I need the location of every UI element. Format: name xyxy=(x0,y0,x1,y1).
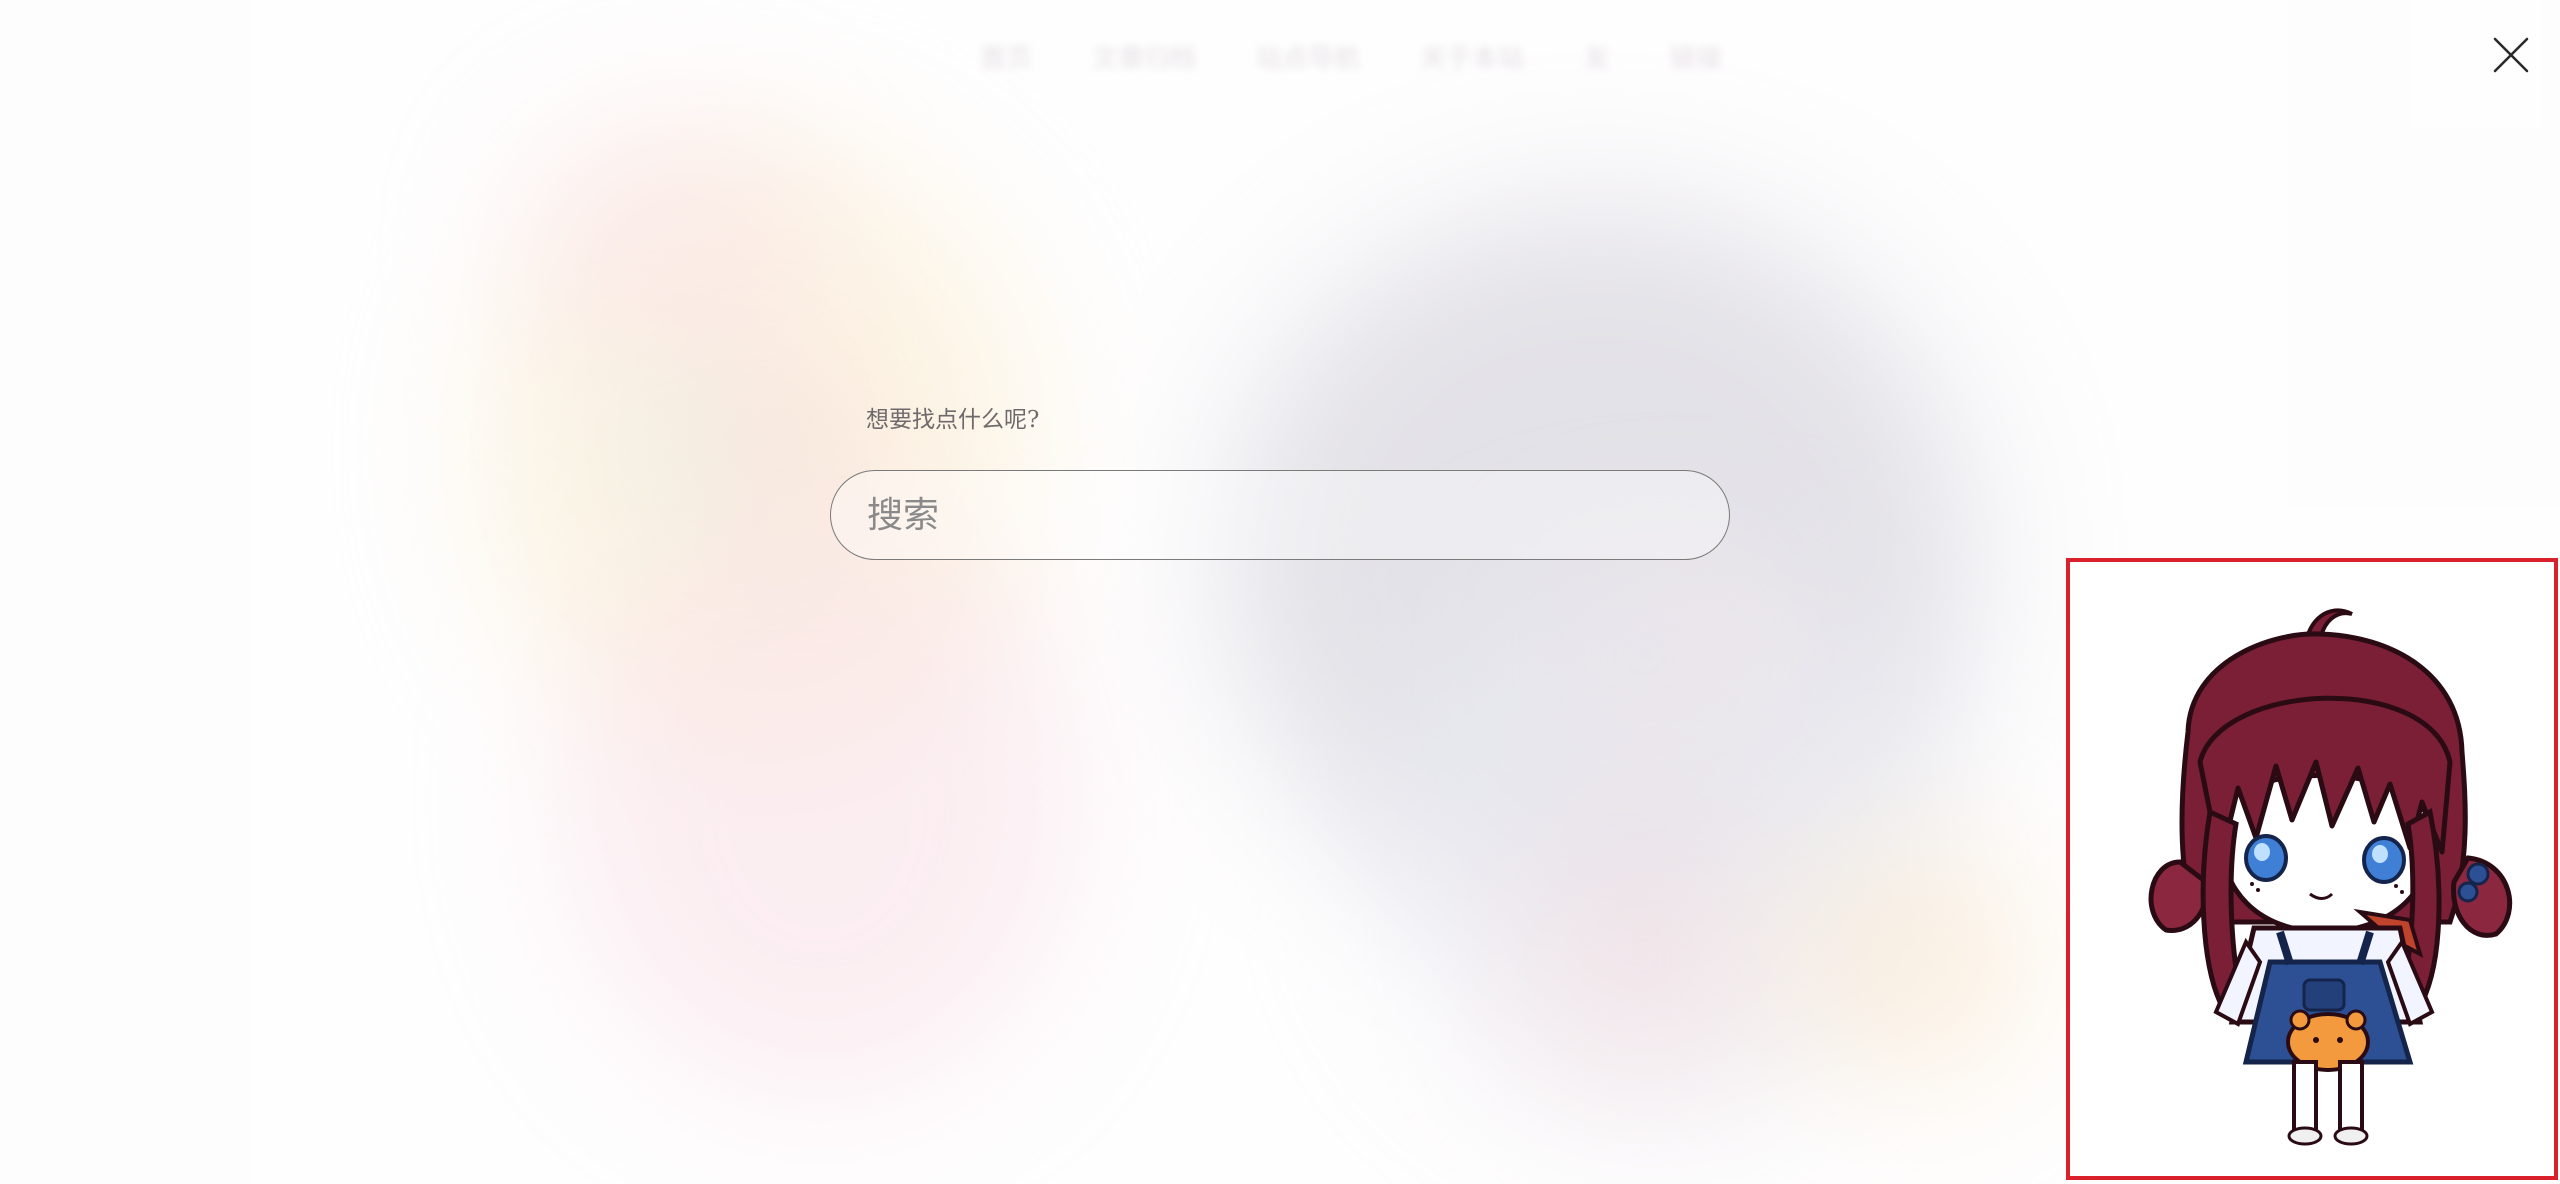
chibi-girl-mascot-icon xyxy=(2148,608,2513,1146)
nav-item: 站点导航 xyxy=(1256,44,1361,74)
search-prompt-label: 想要找点什么呢? xyxy=(866,407,1040,433)
nav-item: 文章归档 xyxy=(1092,44,1197,74)
top-navigation-blurred: 首页 文章归档 站点导航 关于本站 友 链接 xyxy=(980,38,1722,75)
close-button[interactable] xyxy=(2484,28,2538,82)
nav-item: 链接 xyxy=(1670,44,1723,74)
close-icon xyxy=(2493,37,2529,73)
search-overlay-page: 首页 文章归档 站点导航 关于本站 友 链接 想要找点什么呢? xyxy=(0,0,2560,1184)
nav-item: 关于本站 xyxy=(1420,44,1525,74)
mascot-widget[interactable] xyxy=(2066,558,2558,1180)
nav-item: 首页 xyxy=(980,44,1033,74)
search-input[interactable] xyxy=(830,470,1730,560)
nav-item: 友 xyxy=(1584,44,1611,74)
